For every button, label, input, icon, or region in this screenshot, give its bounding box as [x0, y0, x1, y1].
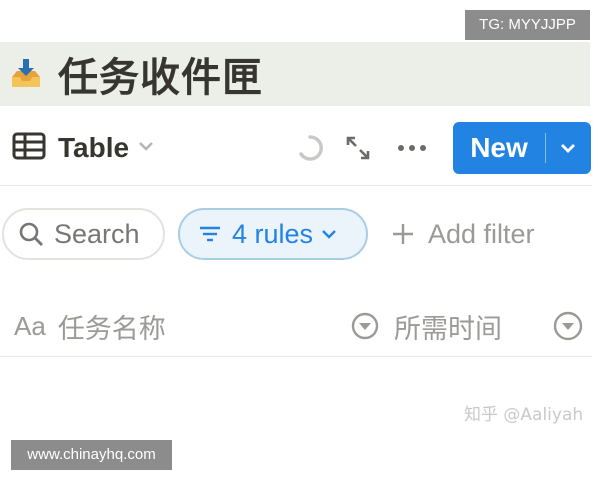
page-title[interactable]: 任务收件匣 [58, 45, 263, 103]
column-label: 任务名称 [57, 313, 166, 345]
inbox-tray-icon [8, 56, 44, 92]
zhihu-watermark: 知乎 @Aaliyah [464, 405, 584, 425]
more-options-icon[interactable] [396, 134, 428, 162]
text-type-icon: Aa [14, 310, 46, 341]
column-header-time-needed[interactable]: 所需时间 [350, 304, 502, 348]
search-button[interactable]: Search [2, 208, 165, 260]
view-label: Table [58, 132, 130, 163]
new-dropdown-chevron-icon[interactable] [546, 122, 590, 174]
column-label: 所需时间 [394, 313, 502, 345]
filter-bar: Search 4 rules Add filter [0, 208, 592, 264]
page-header: 任务收件匣 [0, 42, 590, 106]
rules-label: 4 rules [232, 218, 314, 249]
select-icon [350, 311, 380, 341]
site-watermark: www.chinayhq.com [11, 440, 172, 470]
toolbar-divider [0, 185, 592, 186]
filter-lines-icon [198, 224, 222, 244]
search-icon [18, 221, 44, 247]
chevron-down-icon [137, 139, 155, 157]
expand-icon[interactable] [344, 134, 372, 162]
view-switcher[interactable]: Table [12, 128, 155, 168]
new-button[interactable]: New [453, 122, 591, 174]
add-filter-label: Add filter [428, 218, 535, 249]
plus-icon [390, 221, 416, 247]
select-icon[interactable] [552, 310, 584, 342]
table-header-row: Aa 任务名称 所需时间 [0, 300, 592, 352]
telegram-watermark: TG: MYYJJPP [465, 10, 590, 40]
loading-spinner-icon [296, 134, 324, 162]
rules-filter-button[interactable]: 4 rules [178, 208, 368, 260]
table-icon [12, 132, 46, 165]
database-toolbar: Table New [0, 120, 592, 182]
chevron-down-icon [321, 229, 337, 239]
add-filter-button[interactable]: Add filter [390, 208, 535, 260]
column-header-task-name[interactable]: Aa 任务名称 [14, 304, 166, 348]
search-label: Search [54, 218, 140, 249]
new-button-label: New [470, 132, 528, 163]
header-divider [0, 356, 592, 357]
